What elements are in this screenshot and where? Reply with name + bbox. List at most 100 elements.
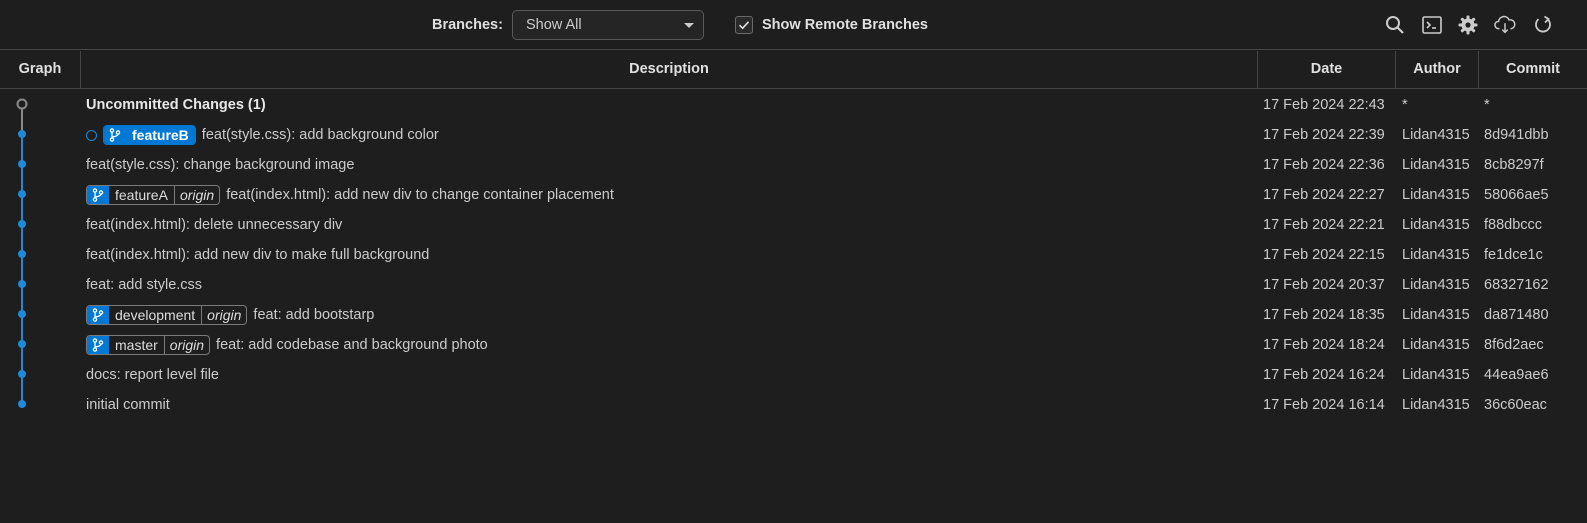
cloud-fetch-icon[interactable] (1494, 14, 1516, 36)
git-branch-icon (87, 306, 109, 324)
commit-message: docs: report level file (86, 367, 219, 383)
commit-author: Lidan4315 (1402, 337, 1470, 353)
branch-select[interactable]: Show All (512, 10, 704, 40)
commit-author: Lidan4315 (1402, 277, 1470, 293)
column-graph[interactable]: Graph (0, 51, 80, 88)
commit-date: 17 Feb 2024 22:43 (1263, 97, 1385, 113)
commit-message: feat: add codebase and background photo (216, 337, 488, 353)
commit-author: * (1402, 97, 1408, 113)
column-author[interactable]: Author (1396, 51, 1478, 88)
commit-date: 17 Feb 2024 20:37 (1263, 277, 1385, 293)
commit-message: initial commit (86, 397, 170, 413)
commit-author: Lidan4315 (1402, 307, 1470, 323)
commit-hash: 36c60eac (1484, 397, 1547, 413)
branch-select-value: Show All (526, 17, 582, 33)
commit-hash: 58066ae5 (1484, 187, 1549, 203)
commit-hash: da871480 (1484, 307, 1549, 323)
commit-hash: 68327162 (1484, 277, 1549, 293)
commit-message: feat(index.html): delete unnecessary div (86, 217, 343, 233)
commit-description: docs: report level file (86, 360, 219, 390)
commit-description: featureB feat(style.css): add background … (86, 120, 439, 150)
git-branch-icon (104, 126, 126, 144)
remote-ref-name: origin (201, 306, 246, 324)
commit-author: Lidan4315 (1402, 217, 1470, 233)
uncommitted-row[interactable]: Uncommitted Changes (1) 17 Feb 2024 22:4… (0, 90, 1587, 120)
commit-author: Lidan4315 (1402, 127, 1470, 143)
commit-message: feat: add bootstarp (253, 307, 375, 323)
column-description[interactable]: Description (81, 51, 1257, 88)
commit-description: feat: add style.css (86, 270, 202, 300)
commit-row[interactable]: feat(index.html): add new div to make fu… (0, 240, 1587, 270)
commit-row[interactable]: feat: add style.css 17 Feb 2024 20:37 Lida… (0, 270, 1587, 300)
commit-description: feat(index.html): add new div to make fu… (86, 240, 429, 270)
commit-date: 17 Feb 2024 22:15 (1263, 247, 1385, 263)
commit-hash: 44ea9ae6 (1484, 367, 1549, 383)
commit-message: feat(style.css): add background color (201, 127, 439, 143)
commit-row[interactable]: docs: report level file 17 Feb 2024 16:24… (0, 360, 1587, 390)
show-remote-label[interactable]: Show Remote Branches (762, 17, 928, 33)
commit-date: 17 Feb 2024 16:14 (1263, 397, 1385, 413)
commit-author: Lidan4315 (1402, 157, 1470, 173)
show-remote-checkbox[interactable] (735, 16, 753, 34)
branch-ref-name: featureA (115, 187, 168, 203)
branch-ref-name: development (115, 307, 196, 323)
commit-date: 17 Feb 2024 22:27 (1263, 187, 1385, 203)
branch-ref-name: featureB (126, 126, 195, 144)
commit-date: 17 Feb 2024 22:39 (1263, 127, 1385, 143)
commit-message: feat: add style.css (86, 277, 203, 293)
remote-ref-name: origin (163, 336, 209, 354)
commit-hash: fe1dce1c (1484, 247, 1543, 263)
checkmark-icon (738, 21, 750, 30)
settings-gear-icon[interactable] (1457, 14, 1479, 36)
column-date[interactable]: Date (1258, 51, 1395, 88)
commit-author: Lidan4315 (1402, 367, 1470, 383)
terminal-icon[interactable] (1421, 14, 1443, 36)
commit-date: 17 Feb 2024 22:36 (1263, 157, 1385, 173)
commit-author: Lidan4315 (1402, 187, 1470, 203)
commit-description: feat(style.css): change background image (86, 150, 354, 180)
refresh-icon[interactable] (1532, 14, 1554, 36)
git-branch-icon (87, 186, 109, 204)
commit-description: master origin feat: add codebase and backg… (86, 330, 488, 360)
branches-label: Branches: (432, 17, 503, 33)
commit-message: feat(index.html): add new div to change … (226, 187, 614, 203)
commit-date: 17 Feb 2024 16:24 (1263, 367, 1385, 383)
branch-ref-tag[interactable]: development origin (86, 305, 248, 325)
commit-hash: * (1484, 97, 1490, 113)
commit-hash: 8cb8297f (1484, 157, 1544, 173)
branch-ref-tag[interactable]: featureB (103, 125, 196, 145)
branch-ref-tag[interactable]: featureA origin (86, 185, 221, 205)
column-header: Graph Description Date Author Commit (0, 51, 1587, 89)
branch-ref-tag[interactable]: master origin (86, 335, 211, 355)
remote-ref-name: origin (173, 186, 219, 204)
commit-row[interactable]: feat(index.html): delete unnecessary div… (0, 210, 1587, 240)
commit-message: feat(index.html): add new div to make fu… (86, 247, 430, 263)
column-commit[interactable]: Commit (1479, 51, 1587, 88)
head-indicator-icon (86, 129, 97, 141)
commit-row[interactable]: featureA origin feat(index.html): add new … (0, 180, 1587, 210)
commit-hash: 8d941dbb (1484, 127, 1549, 143)
commit-hash: f88dbccc (1484, 217, 1543, 233)
branch-ref-name: master (115, 337, 158, 353)
commit-author: Lidan4315 (1402, 247, 1470, 263)
commit-description: initial commit (86, 390, 170, 420)
commit-message: feat(style.css): change background image (86, 157, 355, 173)
commit-row[interactable]: initial commit 17 Feb 2024 16:14 Lidan4315… (0, 390, 1587, 420)
commit-description: feat(index.html): delete unnecessary div (86, 210, 342, 240)
toolbar: Branches: Show All Show Remote Branches (0, 0, 1587, 50)
commit-date: 17 Feb 2024 18:24 (1263, 337, 1385, 353)
commit-row[interactable]: feat(style.css): change background image… (0, 150, 1587, 180)
commit-hash: 8f6d2aec (1484, 337, 1544, 353)
commit-date: 17 Feb 2024 22:21 (1263, 217, 1385, 233)
uncommitted-label: Uncommitted Changes (1) (86, 97, 266, 113)
commit-author: Lidan4315 (1402, 397, 1470, 413)
commit-description: development origin feat: add bootstarp (86, 300, 374, 330)
commit-row[interactable]: development origin feat: add bootstarp 17 F… (0, 300, 1587, 330)
chevron-down-icon (684, 23, 694, 28)
git-branch-icon (87, 336, 109, 354)
commit-description: featureA origin feat(index.html): add new … (86, 180, 614, 210)
commit-date: 17 Feb 2024 18:35 (1263, 307, 1385, 323)
search-icon[interactable] (1384, 14, 1406, 36)
commit-row[interactable]: master origin feat: add codebase and backg… (0, 330, 1587, 360)
commit-row[interactable]: featureB feat(style.css): add background … (0, 120, 1587, 150)
